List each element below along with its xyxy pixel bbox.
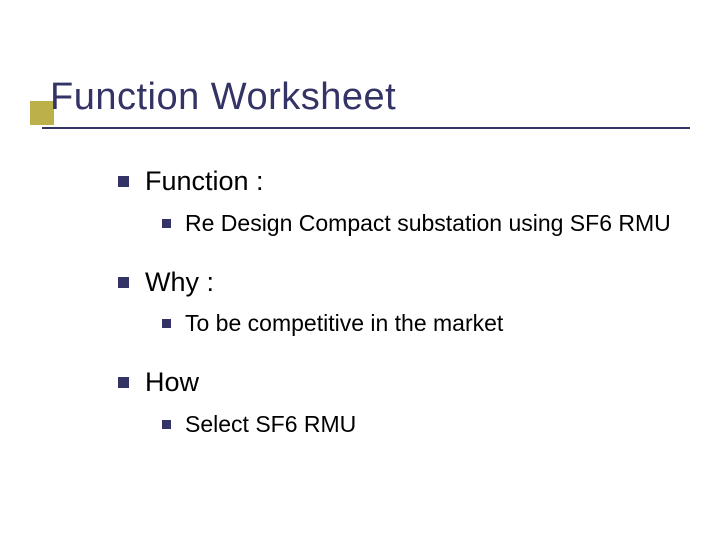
- square-bullet-icon: [162, 219, 171, 228]
- list-item: How: [118, 366, 680, 400]
- list-item: Why :: [118, 266, 680, 300]
- list-item: Function :: [118, 165, 680, 199]
- section-item: Re Design Compact substation using SF6 R…: [185, 209, 671, 238]
- list-item: Re Design Compact substation using SF6 R…: [162, 209, 680, 238]
- square-bullet-icon: [118, 176, 129, 187]
- slide-title: Function Worksheet: [50, 76, 720, 119]
- section-heading: How: [145, 366, 199, 400]
- section-heading: Why :: [145, 266, 214, 300]
- slide-content: Function : Re Design Compact substation …: [118, 165, 680, 467]
- list-item: Select SF6 RMU: [162, 410, 680, 439]
- square-bullet-icon: [118, 377, 129, 388]
- list-item: To be competitive in the market: [162, 309, 680, 338]
- section-item: To be competitive in the market: [185, 309, 503, 338]
- square-bullet-icon: [162, 319, 171, 328]
- title-underline: [42, 127, 690, 129]
- square-bullet-icon: [162, 420, 171, 429]
- section-heading: Function :: [145, 165, 264, 199]
- square-bullet-icon: [118, 277, 129, 288]
- section-item: Select SF6 RMU: [185, 410, 356, 439]
